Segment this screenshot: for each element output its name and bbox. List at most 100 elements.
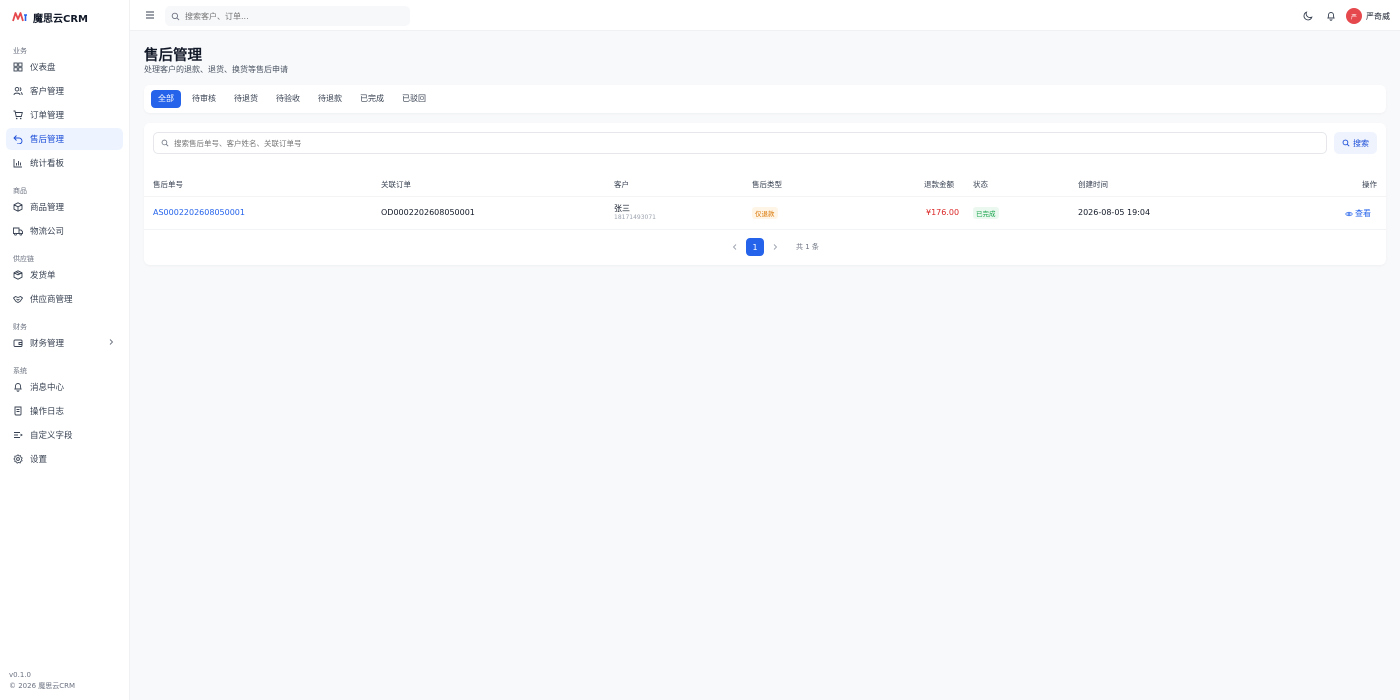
after-sales-card: 搜索 售后单号 关联订单 客户 售后类型 退款金额 状态 创建时间 操作 AS0… xyxy=(144,123,1386,265)
global-search[interactable] xyxy=(165,6,410,26)
view-button-label: 查看 xyxy=(1355,209,1371,218)
status-tabs: 全部 待审核 待退货 待验收 待退款 已完成 已驳回 xyxy=(144,85,1386,113)
sidebar-item-label: 商品管理 xyxy=(30,203,65,213)
chevron-right-icon[interactable] xyxy=(770,242,780,252)
pagination: 1 共 1 条 xyxy=(724,238,819,256)
pagination-total: 共 1 条 xyxy=(796,243,819,251)
search-button[interactable]: 搜索 xyxy=(1334,132,1377,154)
sidebar-item-label: 操作日志 xyxy=(30,407,65,417)
nav-group-business: 业务 仪表盘 客户管理 订单管理 售后管理 统计看板 xyxy=(0,40,129,174)
column-header-status: 状态 xyxy=(973,180,988,189)
return-icon xyxy=(13,134,23,144)
tab-pending-inspection[interactable]: 待验收 xyxy=(269,90,307,108)
sidebar-item-label: 仪表盘 xyxy=(30,63,56,73)
eye-icon xyxy=(1345,211,1353,216)
search-icon xyxy=(1342,139,1350,147)
chevron-right-icon xyxy=(109,339,114,345)
chart-icon xyxy=(13,158,23,168)
customer-name: 张三 xyxy=(614,204,630,213)
logo-icon xyxy=(12,12,27,22)
sidebar-item-label: 物流公司 xyxy=(30,227,65,237)
sidebar-item-messages[interactable]: 消息中心 xyxy=(6,376,123,398)
after-sale-no-link[interactable]: AS0002202608050001 xyxy=(153,208,245,217)
column-header-amount: 退款金额 xyxy=(924,180,954,189)
customer-phone: 18171493071 xyxy=(614,214,656,221)
nav-group-supply: 供应链 发货单 供应商管理 xyxy=(0,248,129,310)
column-header-action: 操作 xyxy=(1362,180,1377,189)
sidebar: 魔思云CRM 业务 仪表盘 客户管理 订单管理 售后管理 统计看板 商品 商品管… xyxy=(0,0,130,700)
refund-amount: ¥176.00 xyxy=(926,208,960,217)
sidebar-item-label: 自定义字段 xyxy=(30,431,73,441)
nav-group-label: 业务 xyxy=(13,47,27,55)
column-header-type: 售后类型 xyxy=(752,180,782,189)
bell-icon xyxy=(13,382,23,392)
tab-completed[interactable]: 已完成 xyxy=(353,90,391,108)
wallet-icon xyxy=(13,338,23,348)
table-divider xyxy=(144,229,1386,230)
table-divider xyxy=(144,196,1386,197)
page-number-current[interactable]: 1 xyxy=(746,238,764,256)
app-logo[interactable]: 魔思云CRM xyxy=(0,0,129,34)
tab-rejected[interactable]: 已驳回 xyxy=(395,90,433,108)
app-name: 魔思云CRM xyxy=(33,13,88,25)
app-version: v0.1.0 xyxy=(9,671,31,679)
sidebar-item-customers[interactable]: 客户管理 xyxy=(6,80,123,102)
sidebar-item-products[interactable]: 商品管理 xyxy=(6,196,123,218)
gear-icon xyxy=(13,454,23,464)
type-badge: 仅退款 xyxy=(752,207,778,219)
box-icon xyxy=(13,202,23,212)
sidebar-item-finance[interactable]: 财务管理 xyxy=(6,332,123,354)
sidebar-item-suppliers[interactable]: 供应商管理 xyxy=(6,288,123,310)
list-icon xyxy=(13,430,23,440)
sidebar-item-logistics[interactable]: 物流公司 xyxy=(6,220,123,242)
topbar-actions: 严 严奇威 xyxy=(1303,6,1390,26)
sidebar-footer: v0.1.0 © 2026 魔思云CRM xyxy=(9,670,75,692)
sidebar-item-statistics[interactable]: 统计看板 xyxy=(6,152,123,174)
moon-icon[interactable] xyxy=(1303,11,1313,21)
sidebar-item-label: 订单管理 xyxy=(30,111,65,121)
column-header-customer: 客户 xyxy=(614,180,629,189)
sidebar-item-label: 财务管理 xyxy=(30,339,65,349)
tab-pending-refund[interactable]: 待退款 xyxy=(311,90,349,108)
nav-group-system: 系统 消息中心 操作日志 自定义字段 设置 xyxy=(0,360,129,470)
tab-pending-return[interactable]: 待退货 xyxy=(227,90,265,108)
sidebar-item-custom-fields[interactable]: 自定义字段 xyxy=(6,424,123,446)
global-search-input[interactable] xyxy=(185,11,385,21)
sidebar-item-label: 售后管理 xyxy=(30,135,65,145)
copyright: © 2026 魔思云CRM xyxy=(9,682,76,690)
user-name[interactable]: 严奇威 xyxy=(1366,11,1390,22)
truck-icon xyxy=(13,226,23,236)
nav-group-products: 商品 商品管理 物流公司 xyxy=(0,180,129,242)
after-sales-search[interactable] xyxy=(153,132,1327,154)
nav-group-label: 系统 xyxy=(13,367,27,375)
dashboard-icon xyxy=(13,62,23,72)
chevron-left-icon[interactable] xyxy=(730,242,740,252)
order-no: OD0002202608050001 xyxy=(381,208,475,217)
page-title: 售后管理 xyxy=(144,48,202,64)
bell-icon[interactable] xyxy=(1326,11,1336,21)
sidebar-item-dashboard[interactable]: 仪表盘 xyxy=(6,56,123,78)
sidebar-item-after-sales[interactable]: 售后管理 xyxy=(6,128,123,150)
sidebar-item-label: 供应商管理 xyxy=(30,295,73,305)
sidebar-item-label: 设置 xyxy=(30,455,48,465)
sidebar-item-label: 发货单 xyxy=(30,271,56,281)
view-button[interactable]: 查看 xyxy=(1345,208,1371,219)
search-input[interactable] xyxy=(174,138,774,148)
sidebar-item-shipments[interactable]: 发货单 xyxy=(6,264,123,286)
sidebar-item-settings[interactable]: 设置 xyxy=(6,448,123,470)
nav-group-label: 供应链 xyxy=(13,255,34,263)
sidebar-item-orders[interactable]: 订单管理 xyxy=(6,104,123,126)
tab-all[interactable]: 全部 xyxy=(151,90,181,108)
topbar: 严 严奇威 xyxy=(130,0,1400,31)
sidebar-item-logs[interactable]: 操作日志 xyxy=(6,400,123,422)
menu-toggle-icon[interactable] xyxy=(145,10,155,20)
users-icon xyxy=(13,86,23,96)
sidebar-item-label: 统计看板 xyxy=(30,159,65,169)
page-subtitle: 处理客户的退款、退货、换货等售后申请 xyxy=(144,65,288,74)
column-header-created: 创建时间 xyxy=(1078,180,1108,189)
avatar[interactable]: 严 xyxy=(1346,8,1362,24)
tab-pending-review[interactable]: 待审核 xyxy=(185,90,223,108)
search-icon xyxy=(161,139,169,147)
nav-group-finance: 财务 财务管理 xyxy=(0,316,129,354)
status-badge: 已完成 xyxy=(973,207,999,219)
